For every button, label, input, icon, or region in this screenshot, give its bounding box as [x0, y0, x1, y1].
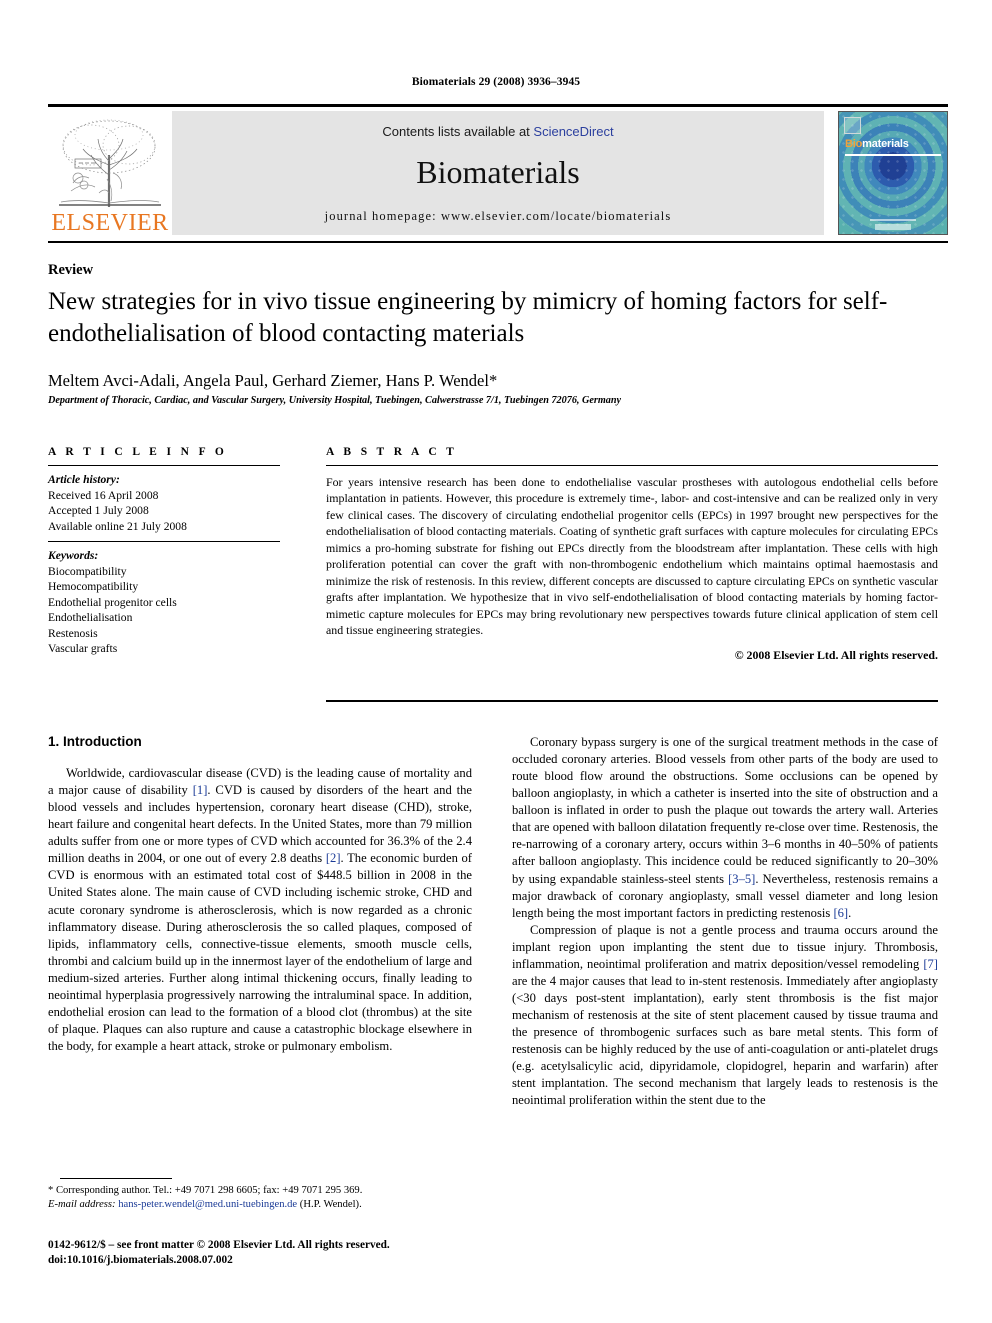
body-column-left: 1. Introduction Worldwide, cardiovascula… — [48, 734, 472, 1055]
elsevier-logo: ELSEVIER — [48, 111, 172, 235]
citation-ref[interactable]: [1] — [193, 783, 208, 797]
paragraph: Compression of plaque is not a gentle pr… — [512, 922, 938, 1108]
issn-frontmatter-line: 0142-9612/$ – see front matter © 2008 El… — [48, 1239, 390, 1251]
elsevier-tree-icon — [51, 115, 169, 210]
article-history-label: Article history: — [48, 473, 120, 486]
cover-footer-box — [875, 224, 911, 230]
citation-ref[interactable]: [7] — [923, 957, 938, 971]
article-type: Review — [48, 262, 94, 278]
author-list: Meltem Avci-Adali, Angela Paul, Gerhard … — [48, 371, 498, 390]
journal-cover-thumbnail: Biomaterials — [838, 111, 948, 235]
corresponding-author-note: * Corresponding author. Tel.: +49 7071 2… — [48, 1185, 363, 1196]
running-head: Biomaterials 29 (2008) 3936–3945 — [411, 76, 581, 88]
imprint-block: 0142-9612/$ – see front matter © 2008 El… — [48, 1238, 508, 1268]
footnote-block: * Corresponding author. Tel.: +49 7071 2… — [48, 1184, 472, 1213]
history-item: Received 16 April 2008 — [48, 488, 159, 502]
cover-footer-line — [870, 219, 916, 221]
keyword-item: Endothelial progenitor cells — [48, 595, 177, 609]
keyword-item: Endothelialisation — [48, 611, 133, 625]
abstract-heading: A B S T R A C T — [326, 446, 458, 458]
footnote-rule — [60, 1178, 172, 1179]
citation-ref[interactable]: [2] — [326, 851, 341, 865]
contents-lists-line: Contents lists available at ScienceDirec… — [172, 124, 824, 139]
cover-title-underline — [845, 154, 941, 156]
elsevier-wordmark: ELSEVIER — [51, 210, 169, 236]
history-item: Accepted 1 July 2008 — [48, 504, 149, 518]
article-history: Article history: Received 16 April 2008 … — [48, 466, 280, 534]
abstract-bottom-rule — [326, 700, 938, 702]
contents-prefix: Contents lists available at — [382, 124, 534, 139]
journal-article-page: Biomaterials 29 (2008) 3936–3945 ELSEVIE… — [0, 0, 992, 1323]
journal-title: Biomaterials — [416, 154, 580, 190]
paragraph: Worldwide, cardiovascular disease (CVD) … — [48, 766, 473, 1053]
journal-masthead: ELSEVIER Contents lists available at Sci… — [48, 104, 948, 235]
email-link[interactable]: hans-peter.wendel@med.uni-tuebingen.de — [118, 1199, 297, 1210]
abstract-text: For years intensive research has been do… — [326, 475, 938, 638]
section-heading-introduction: 1. Introduction — [48, 734, 142, 749]
body-column-right: Coronary bypass surgery is one of the su… — [512, 734, 938, 1109]
article-info-heading: A R T I C L E I N F O — [48, 446, 228, 458]
abstract-column: A B S T R A C T For years intensive rese… — [326, 446, 938, 663]
keyword-item: Vascular grafts — [48, 642, 118, 656]
email-owner: (H.P. Wendel). — [299, 1199, 362, 1211]
email-note: E-mail address: hans-peter.wendel@med.un… — [48, 1198, 472, 1212]
page-title: New strategies for in vivo tissue engine… — [48, 288, 888, 347]
affiliation: Department of Thoracic, Cardiac, and Vas… — [48, 395, 622, 406]
keyword-item: Hemocompatibility — [48, 580, 139, 594]
email-label: E-mail address: — [48, 1199, 116, 1211]
cover-title: Biomaterials — [845, 138, 909, 150]
sciencedirect-link[interactable]: ScienceDirect — [533, 124, 613, 139]
keywords-block: Keywords: Biocompatibility Hemocompatibi… — [48, 542, 280, 657]
journal-homepage-link[interactable]: journal homepage: www.elsevier.com/locat… — [172, 209, 824, 224]
keyword-item: Biocompatibility — [48, 564, 127, 578]
paragraph: Coronary bypass surgery is one of the su… — [512, 735, 938, 920]
citation-ref[interactable]: [3–5] — [728, 872, 755, 886]
keywords-label: Keywords: — [48, 549, 99, 563]
cover-title-part-b: materials — [862, 138, 909, 150]
cover-title-part-a: Bio — [845, 138, 863, 150]
article-info-column: A R T I C L E I N F O Article history: R… — [48, 446, 280, 657]
doi-line: doi:10.1016/j.biomaterials.2008.07.002 — [48, 1254, 233, 1267]
cover-elsevier-badge-icon — [844, 117, 861, 134]
journal-band: Contents lists available at ScienceDirec… — [172, 111, 824, 235]
history-item: Available online 21 July 2008 — [48, 519, 187, 533]
masthead-bottom-rule — [48, 241, 948, 243]
keyword-item: Restenosis — [48, 626, 98, 640]
citation-ref[interactable]: [6] — [833, 906, 848, 920]
abstract-copyright: © 2008 Elsevier Ltd. All rights reserved… — [734, 647, 938, 662]
